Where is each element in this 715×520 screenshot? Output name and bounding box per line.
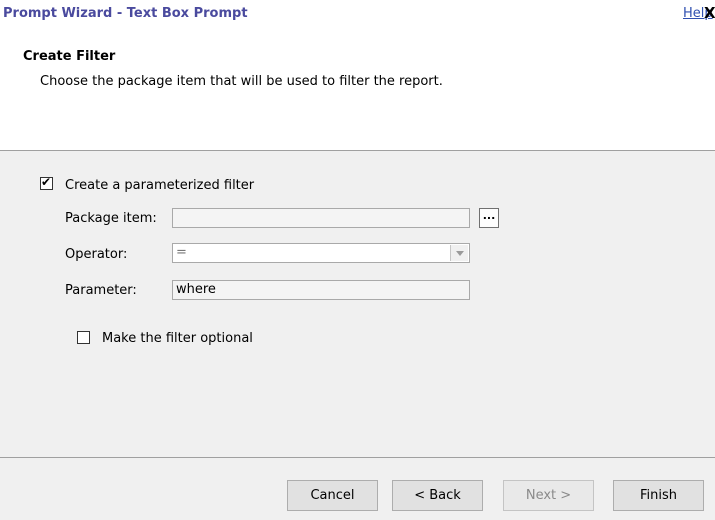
page-title: Create Filter <box>23 49 116 64</box>
parameterized-filter-checkbox[interactable]: ✔ <box>40 175 53 190</box>
window-title: Prompt Wizard - Text Box Prompt <box>3 6 248 21</box>
operator-value: = <box>176 245 187 260</box>
title-bar: Prompt Wizard - Text Box Prompt Help X <box>0 0 715 30</box>
wizard-header: Create Filter Choose the package item th… <box>0 29 715 151</box>
optional-filter-checkbox[interactable] <box>77 331 90 344</box>
parameterized-filter-label: Create a parameterized filter <box>65 178 255 193</box>
cancel-button[interactable]: Cancel <box>287 480 378 511</box>
operator-label: Operator: <box>65 247 128 262</box>
checkmark-icon: ✔ <box>41 175 52 189</box>
package-item-label: Package item: <box>65 211 157 226</box>
next-button[interactable]: Next > <box>503 480 594 511</box>
optional-filter-label: Make the filter optional <box>102 331 253 346</box>
operator-dropdown[interactable]: = <box>172 243 470 263</box>
page-description: Choose the package item that will be use… <box>40 74 443 89</box>
parameter-label: Parameter: <box>65 283 137 298</box>
finish-button[interactable]: Finish <box>613 480 704 511</box>
footer-divider <box>0 457 715 458</box>
package-item-field[interactable] <box>172 208 470 228</box>
close-icon[interactable]: X <box>704 4 715 22</box>
back-button[interactable]: < Back <box>392 480 483 511</box>
parameter-field[interactable]: where <box>172 280 470 300</box>
browse-button[interactable]: ... <box>479 208 499 228</box>
chevron-down-icon[interactable] <box>450 245 468 261</box>
